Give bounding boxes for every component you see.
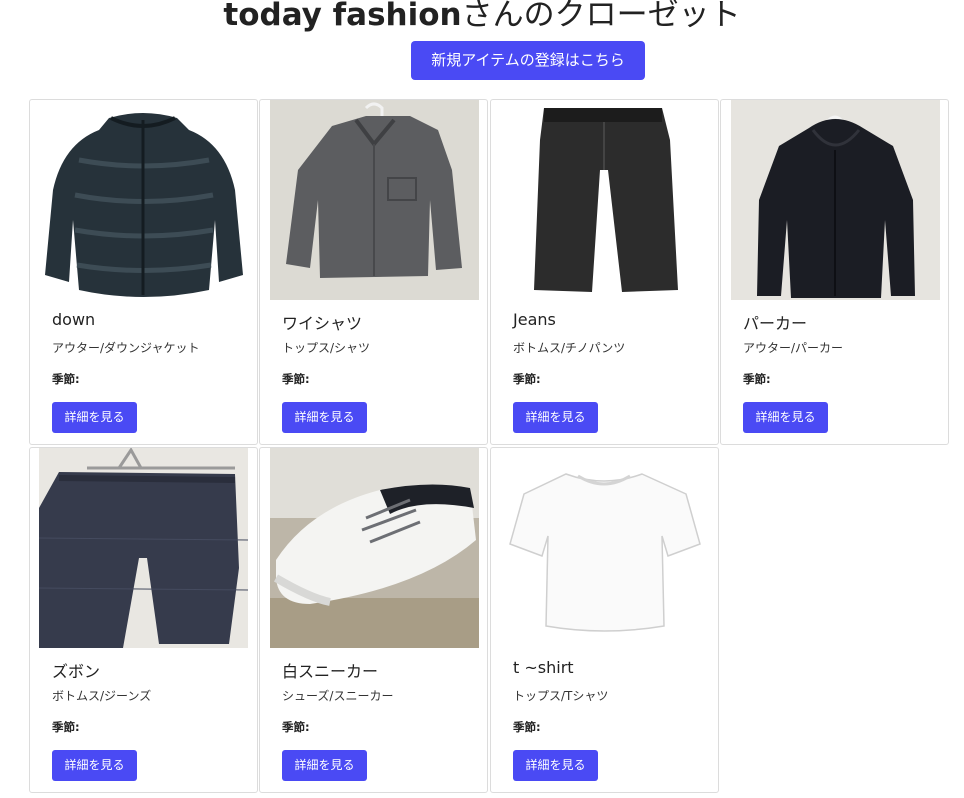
page-title-suffix: さんのクローゼット (461, 0, 741, 33)
item-season-label: 季節: (282, 720, 310, 734)
item-card: down アウター/ダウンジャケット 季節: 詳細を見る (29, 99, 258, 445)
item-card: t ~shirt トップス/Tシャツ 季節: 詳細を見る (490, 447, 719, 793)
item-name: t ~shirt (513, 658, 574, 677)
item-card: 白スニーカー シューズ/スニーカー 季節: 詳細を見る (259, 447, 488, 793)
item-name: 白スニーカー (282, 662, 379, 681)
item-card: パーカー アウター/パーカー 季節: 詳細を見る (720, 99, 949, 445)
item-category: ボトムス/ジーンズ (52, 689, 152, 703)
item-season-label: 季節: (282, 372, 310, 386)
view-details-button[interactable]: 詳細を見る (513, 750, 598, 781)
item-card: ワイシャツ トップス/シャツ 季節: 詳細を見る (259, 99, 488, 445)
item-card: Jeans ボトムス/チノパンツ 季節: 詳細を見る (490, 99, 719, 445)
item-image-gray-shirt[interactable] (270, 100, 479, 300)
item-image-white-tshirt[interactable] (500, 448, 709, 648)
item-category: トップス/シャツ (282, 341, 371, 355)
item-name: ワイシャツ (282, 314, 363, 333)
view-details-button[interactable]: 詳細を見る (513, 402, 598, 433)
view-details-button[interactable]: 詳細を見る (52, 750, 137, 781)
item-image-black-pants[interactable] (500, 100, 709, 300)
page-title-user: today fashion (223, 0, 462, 33)
item-category: トップス/Tシャツ (513, 689, 609, 703)
item-name: パーカー (743, 314, 808, 333)
item-name: Jeans (513, 310, 556, 329)
view-details-button[interactable]: 詳細を見る (282, 750, 367, 781)
item-category: シューズ/スニーカー (282, 689, 394, 703)
item-image-black-hoodie[interactable] (731, 100, 940, 300)
item-category: ボトムス/チノパンツ (513, 341, 626, 355)
item-card: ズボン ボトムス/ジーンズ 季節: 詳細を見る (29, 447, 258, 793)
item-season-label: 季節: (513, 372, 541, 386)
item-category: アウター/ダウンジャケット (52, 341, 200, 355)
item-image-down-jacket[interactable] (39, 100, 248, 300)
item-name: down (52, 310, 96, 329)
register-item-button[interactable]: 新規アイテムの登録はこちら (411, 41, 645, 80)
item-category: アウター/パーカー (743, 341, 844, 355)
item-name: ズボン (52, 662, 101, 681)
item-season-label: 季節: (513, 720, 541, 734)
view-details-button[interactable]: 詳細を見る (282, 402, 367, 433)
item-season-label: 季節: (52, 720, 80, 734)
view-details-button[interactable]: 詳細を見る (743, 402, 828, 433)
item-image-white-sneakers[interactable] (270, 448, 479, 648)
view-details-button[interactable]: 詳細を見る (52, 402, 137, 433)
item-season-label: 季節: (743, 372, 771, 386)
page-title: today fashionさんのクローゼット (223, 0, 741, 33)
item-season-label: 季節: (52, 372, 80, 386)
item-image-plaid-trousers[interactable] (39, 448, 248, 648)
